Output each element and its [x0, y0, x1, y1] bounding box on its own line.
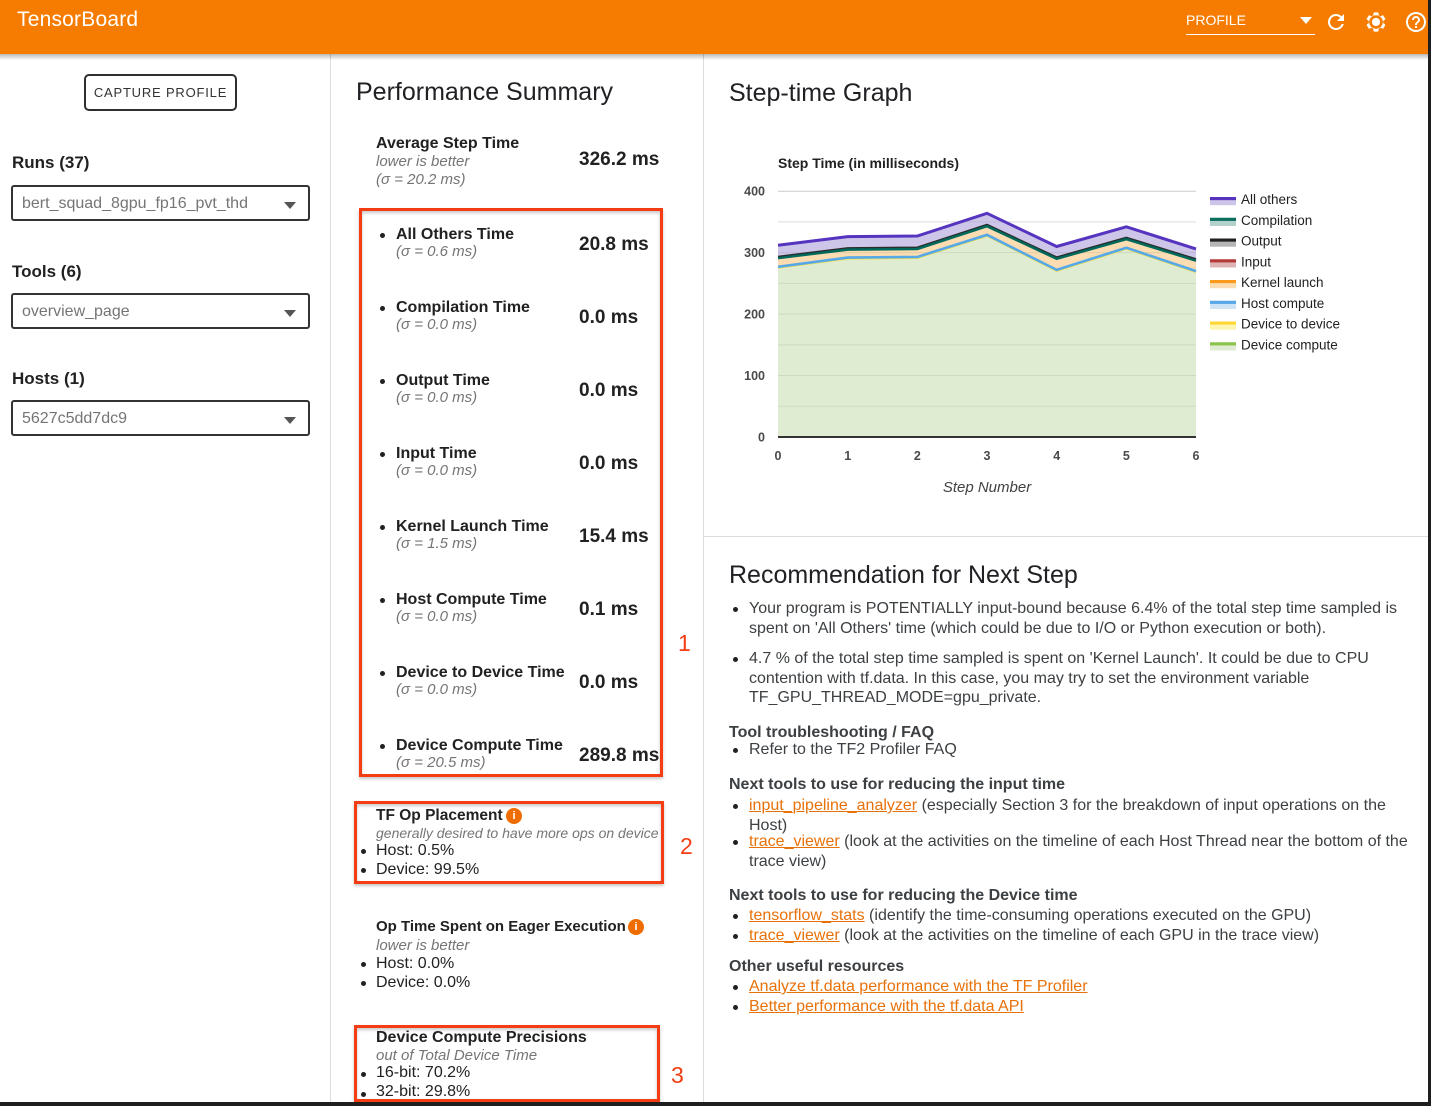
- svg-text:Device to device: Device to device: [1241, 317, 1340, 332]
- svg-text:5: 5: [1123, 449, 1130, 463]
- svg-text:400: 400: [744, 185, 765, 199]
- svg-text:3: 3: [984, 449, 991, 463]
- svg-text:Compilation: Compilation: [1241, 213, 1312, 228]
- svg-text:200: 200: [744, 308, 765, 322]
- svg-text:0: 0: [758, 431, 765, 445]
- svg-text:Output: Output: [1241, 234, 1282, 249]
- svg-text:Device compute: Device compute: [1241, 337, 1338, 352]
- svg-text:Step Time (in milliseconds): Step Time (in milliseconds): [778, 155, 959, 171]
- svg-text:300: 300: [744, 246, 765, 260]
- svg-text:0: 0: [775, 449, 782, 463]
- svg-text:2: 2: [914, 449, 921, 463]
- svg-text:1: 1: [844, 449, 851, 463]
- svg-text:Input: Input: [1241, 254, 1271, 269]
- svg-text:Step Number: Step Number: [943, 479, 1032, 496]
- svg-text:4: 4: [1053, 449, 1060, 463]
- svg-text:All others: All others: [1241, 192, 1298, 207]
- svg-text:Kernel launch: Kernel launch: [1241, 275, 1324, 290]
- svg-text:Host compute: Host compute: [1241, 296, 1324, 311]
- svg-text:6: 6: [1193, 449, 1200, 463]
- svg-text:100: 100: [744, 369, 765, 383]
